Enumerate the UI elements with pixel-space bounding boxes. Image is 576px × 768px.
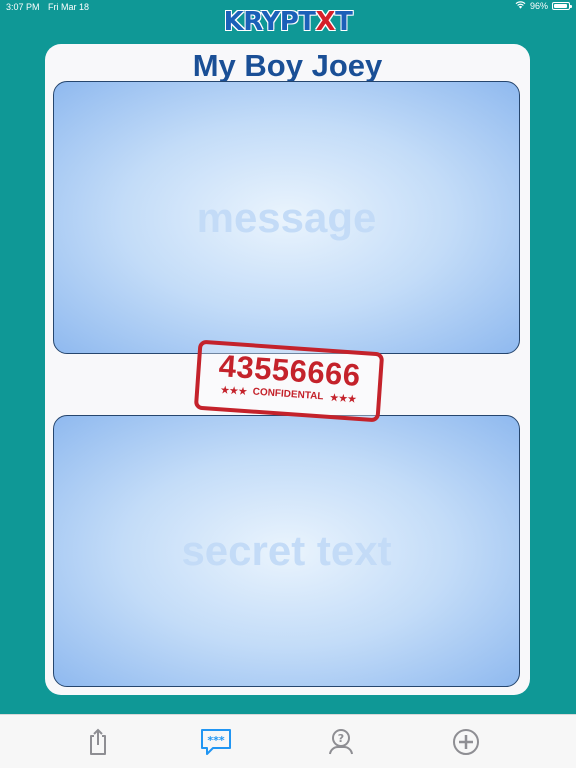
app-logo: KRYPTXT <box>0 7 576 38</box>
message-field[interactable]: message <box>53 81 520 354</box>
tab-add[interactable] <box>449 725 483 759</box>
add-icon <box>451 727 481 757</box>
message-icon: *** <box>199 727 233 757</box>
secret-text-placeholder: secret text <box>181 527 392 574</box>
contact-title[interactable]: My Boy Joey <box>45 46 530 86</box>
stars-right-icon: ★★★ <box>328 391 357 406</box>
tab-bar: *** ? <box>0 714 576 768</box>
confidential-stamp[interactable]: 43556666 ★★★ CONFIDENTAL ★★★ <box>193 339 385 423</box>
logo-part: KRYPT <box>223 7 316 38</box>
svg-text:***: *** <box>207 734 225 747</box>
help-icon: ? <box>325 727 357 757</box>
secret-text-field[interactable]: secret text <box>53 415 520 687</box>
tab-help[interactable]: ? <box>324 725 358 759</box>
tab-share[interactable] <box>81 725 115 759</box>
tab-message[interactable]: *** <box>199 725 233 759</box>
stars-left-icon: ★★★ <box>219 384 248 399</box>
logo-part-x: X <box>315 7 336 38</box>
message-placeholder: message <box>196 193 377 241</box>
logo-part: T <box>335 7 354 38</box>
share-icon <box>86 727 110 757</box>
svg-text:?: ? <box>338 732 344 745</box>
